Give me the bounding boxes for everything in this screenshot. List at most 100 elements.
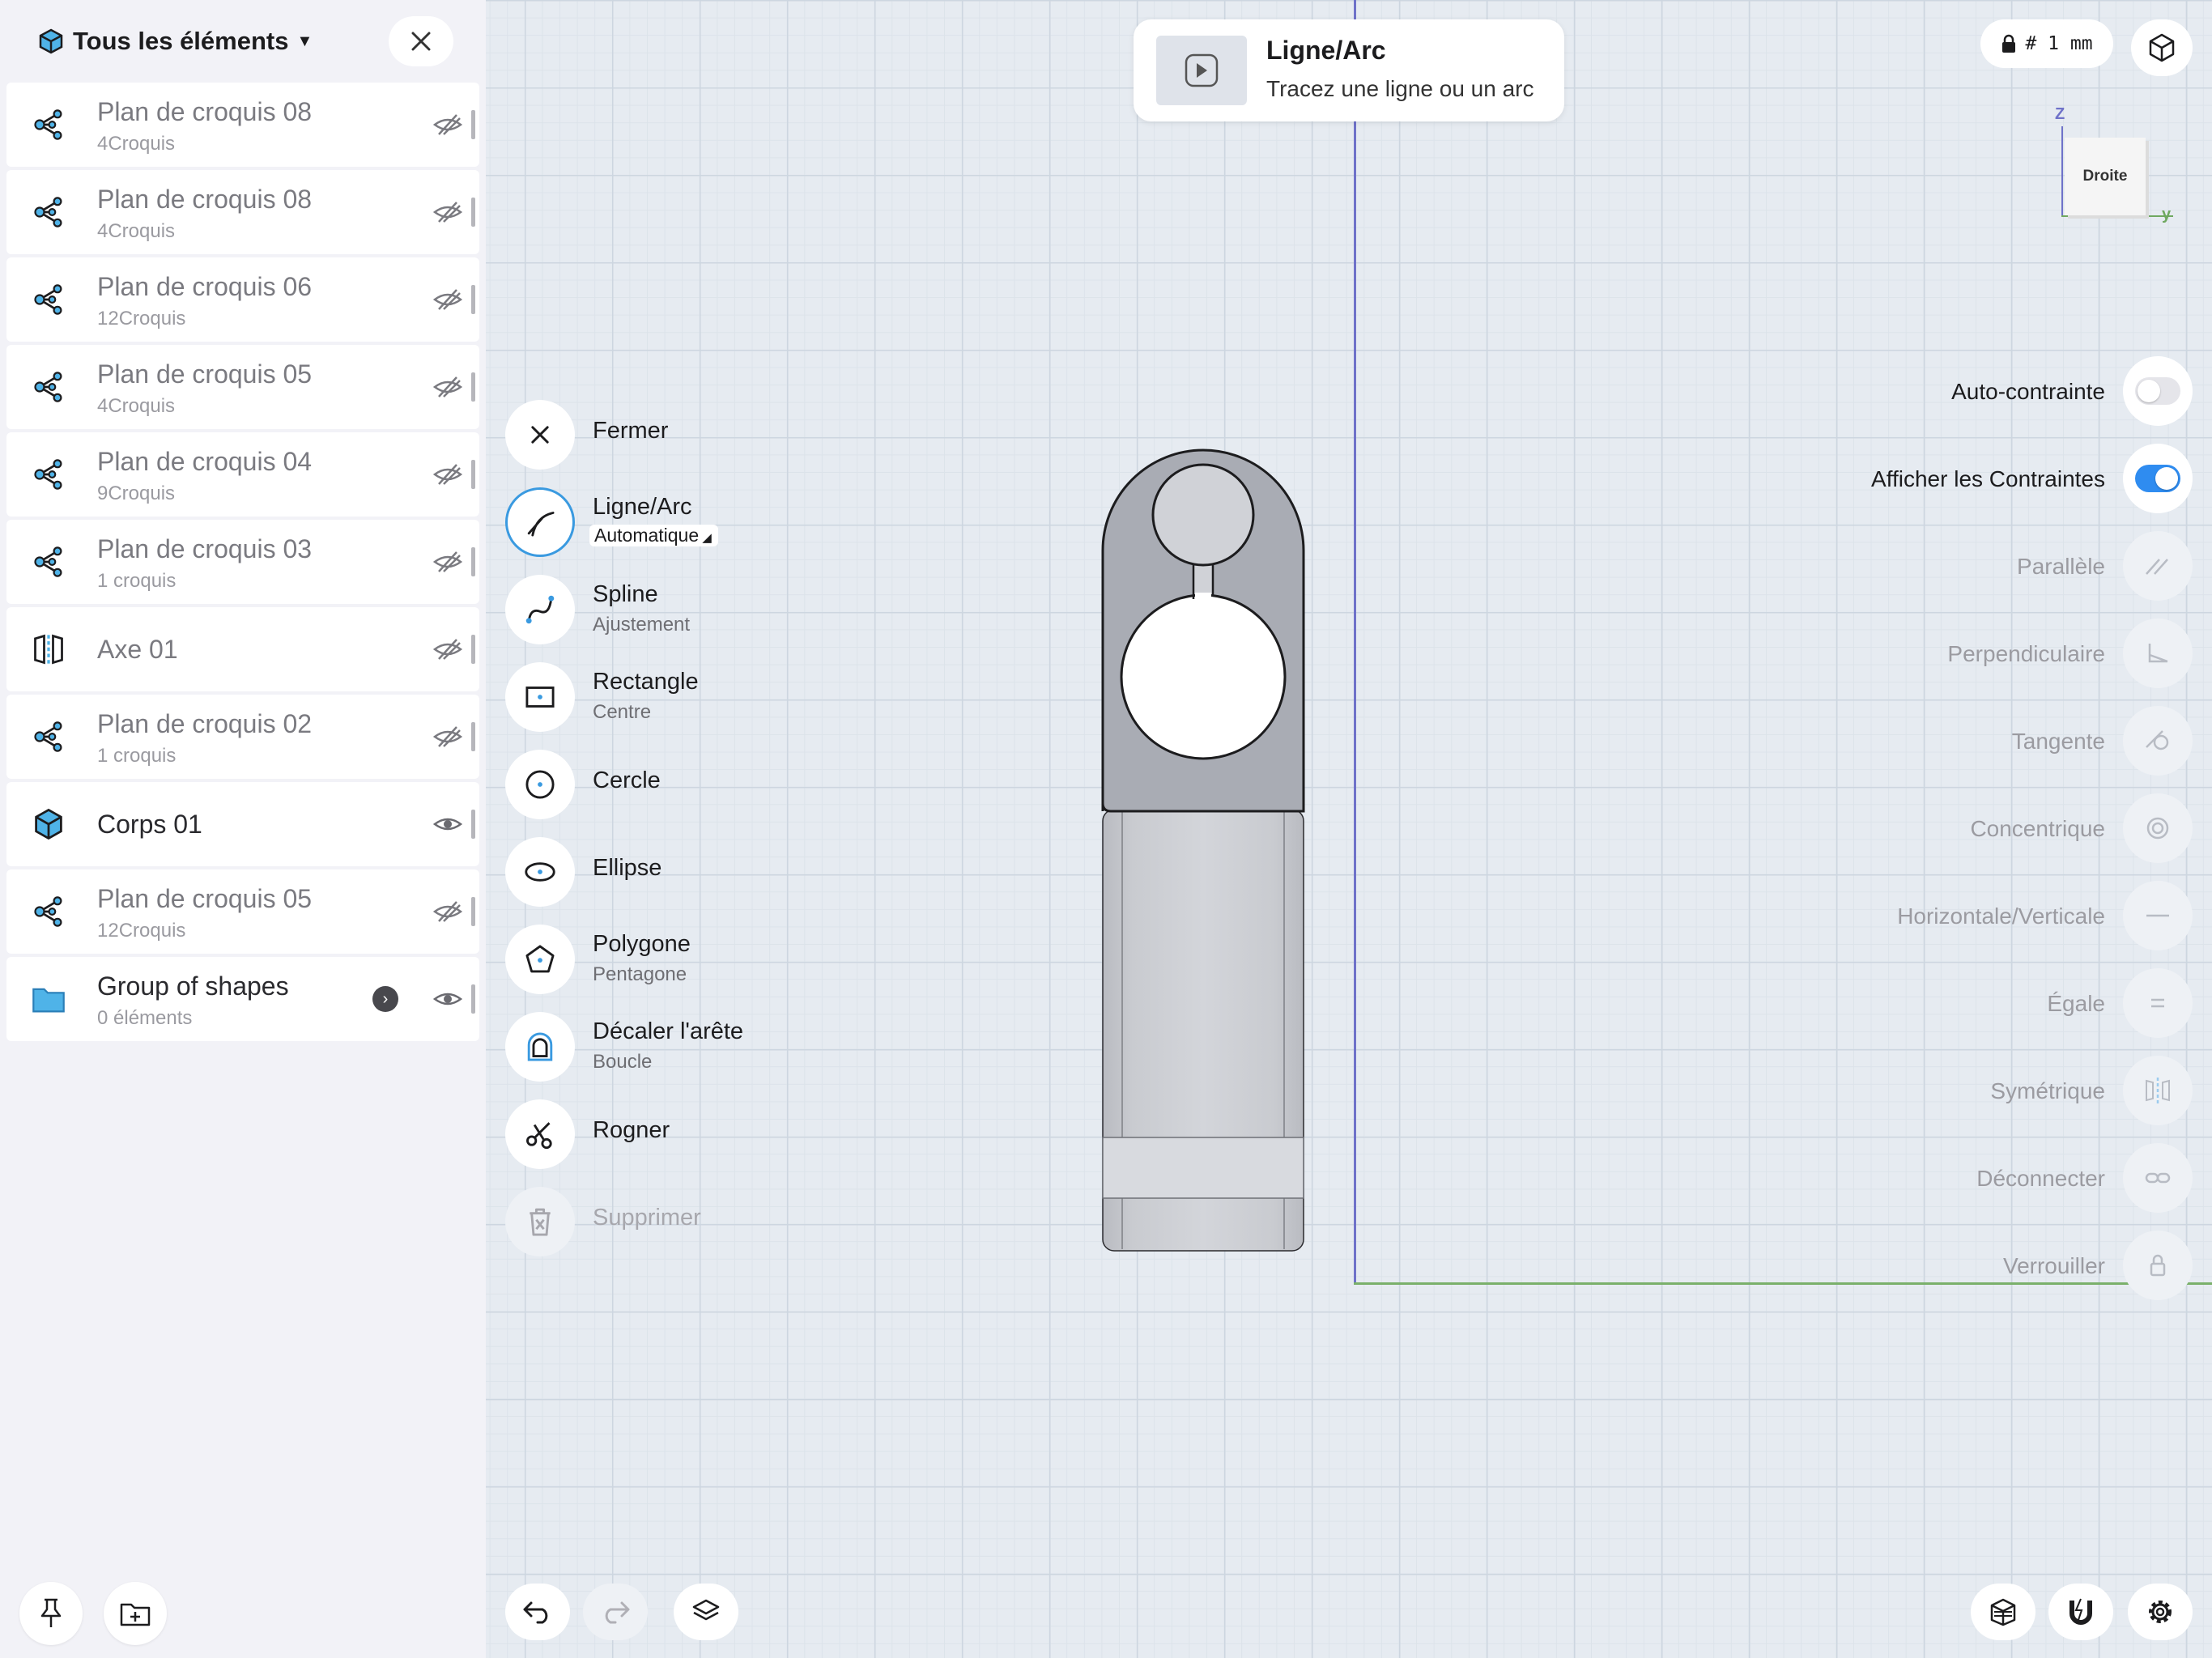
tool-button[interactable] <box>505 487 575 557</box>
small-hole[interactable] <box>1151 463 1255 567</box>
tool-polygon[interactable]: Polygone Pentagone <box>505 925 878 997</box>
drag-handle[interactable] <box>471 984 475 1014</box>
sidebar-item-name: Plan de croquis 02 <box>97 709 313 738</box>
constraint-button[interactable] <box>2123 793 2193 863</box>
tool-button[interactable] <box>505 750 575 819</box>
part-sketch[interactable] <box>1093 437 1312 1287</box>
eye-slash-icon[interactable] <box>432 461 463 487</box>
sidebar-item[interactable]: Plan de croquis 06 12Croquis <box>6 257 479 342</box>
drag-handle[interactable] <box>471 285 475 314</box>
constraint-button[interactable] <box>2123 968 2193 1038</box>
tool-circle[interactable]: Cercle <box>505 750 878 823</box>
orientation-cube[interactable]: Z Droite y <box>2048 105 2178 227</box>
eye-slash-icon[interactable] <box>432 374 463 400</box>
sidebar-item[interactable]: Group of shapes 0 éléments › <box>6 957 479 1041</box>
constraint-horizontal-vertical[interactable]: Horizontale/Verticale <box>1645 881 2212 954</box>
new-folder-button[interactable] <box>104 1582 167 1645</box>
section-view-button[interactable] <box>1971 1584 2035 1640</box>
sidebar-item[interactable]: Axe 01 <box>6 607 479 691</box>
eye-slash-icon[interactable] <box>432 636 463 662</box>
line-mode-dropdown[interactable]: Automatique ◢ <box>589 525 718 546</box>
gear-icon <box>2149 1601 2172 1623</box>
pin-button[interactable] <box>19 1582 83 1645</box>
tool-button[interactable] <box>505 837 575 907</box>
tool-spline[interactable]: Spline Ajustement <box>505 575 878 648</box>
layers-button[interactable] <box>674 1584 738 1640</box>
tool-trim-scissors[interactable]: Rogner <box>505 1099 878 1172</box>
tool-button[interactable] <box>505 400 575 470</box>
tool-ellipse[interactable]: Ellipse <box>505 837 878 910</box>
constraint-lock[interactable]: Verrouiller <box>1645 1231 2212 1303</box>
toggle-container[interactable] <box>2123 356 2193 426</box>
constraint-perpendicular[interactable]: Perpendiculaire <box>1645 619 2212 691</box>
large-hole[interactable] <box>1120 593 1287 760</box>
constraint-parallel[interactable]: Parallèle <box>1645 531 2212 604</box>
sidebar-item[interactable]: Plan de croquis 05 4Croquis <box>6 345 479 429</box>
drag-handle[interactable] <box>471 635 475 664</box>
drag-handle[interactable] <box>471 897 475 926</box>
drag-handle[interactable] <box>471 460 475 489</box>
drag-handle[interactable] <box>471 110 475 139</box>
constraint-equal[interactable]: Égale <box>1645 968 2212 1041</box>
tool-offset-edge[interactable]: Décaler l'arête Boucle <box>505 1012 878 1085</box>
sidebar-item[interactable]: Plan de croquis 08 4Croquis <box>6 83 479 167</box>
chevron-right-icon[interactable]: › <box>372 986 398 1012</box>
constraint-disconnect[interactable]: Déconnecter <box>1645 1143 2212 1216</box>
drag-handle[interactable] <box>471 722 475 751</box>
eye-slash-icon[interactable] <box>432 199 463 225</box>
redo-button[interactable] <box>583 1584 648 1640</box>
snap-magnet-button[interactable] <box>2048 1584 2113 1640</box>
constraint-button[interactable] <box>2123 706 2193 776</box>
tool-close[interactable]: Fermer <box>505 400 878 473</box>
tool-button[interactable] <box>505 662 575 732</box>
eye-slash-icon[interactable] <box>432 112 463 138</box>
sidebar-item[interactable]: Plan de croquis 02 1 croquis <box>6 695 479 779</box>
constraint-button[interactable] <box>2123 531 2193 601</box>
equal-icon <box>2151 998 2164 1008</box>
constraint-tangent[interactable]: Tangente <box>1645 706 2212 779</box>
tool-button[interactable] <box>505 1012 575 1082</box>
tool-hint-card[interactable]: Ligne/Arc Tracez une ligne ou un arc <box>1134 19 1564 121</box>
constraint-button[interactable] <box>2123 881 2193 950</box>
drag-handle[interactable] <box>471 198 475 227</box>
constraint-button[interactable] <box>2123 1056 2193 1125</box>
eye-icon[interactable] <box>432 811 463 837</box>
constraint-button[interactable] <box>2123 619 2193 688</box>
sidebar-item[interactable]: Plan de croquis 04 9Croquis <box>6 432 479 517</box>
toggle-container[interactable] <box>2123 444 2193 513</box>
tool-rectangle[interactable]: Rectangle Centre <box>505 662 878 735</box>
show-constraints-toggle[interactable] <box>2135 465 2180 492</box>
eye-slash-icon[interactable] <box>432 549 463 575</box>
video-thumbnail[interactable] <box>1156 36 1247 105</box>
constraint-symmetric[interactable]: Symétrique <box>1645 1056 2212 1129</box>
drag-handle[interactable] <box>471 810 475 839</box>
eye-slash-icon[interactable] <box>432 724 463 750</box>
constraint-concentric[interactable]: Concentrique <box>1645 793 2212 866</box>
sidebar-item[interactable]: Corps 01 <box>6 782 479 866</box>
drag-handle[interactable] <box>471 547 475 576</box>
sidebar-item[interactable]: Plan de croquis 05 12Croquis <box>6 869 479 954</box>
sidebar-item[interactable]: Plan de croquis 03 1 croquis <box>6 520 479 604</box>
auto-constraint-toggle[interactable] <box>2135 377 2180 405</box>
sidebar-item-name: Plan de croquis 08 <box>97 97 313 126</box>
all-elements-dropdown[interactable]: Tous les éléments ▼ <box>37 21 313 62</box>
eye-slash-icon[interactable] <box>432 899 463 925</box>
undo-button[interactable] <box>505 1584 570 1640</box>
tool-button[interactable] <box>505 1099 575 1169</box>
constraint-button[interactable] <box>2123 1231 2193 1300</box>
view-mode-button[interactable] <box>2131 19 2193 76</box>
drag-handle[interactable] <box>471 372 475 402</box>
grid-unit-button[interactable]: # 1 mm <box>1980 19 2113 68</box>
tool-trash[interactable]: Supprimer <box>505 1187 878 1260</box>
tool-button[interactable] <box>505 1187 575 1256</box>
view-face-label[interactable]: Droite <box>2065 138 2146 215</box>
tool-button[interactable] <box>505 925 575 994</box>
settings-button[interactable] <box>2128 1584 2193 1640</box>
constraint-button[interactable] <box>2123 1143 2193 1213</box>
tool-line-arc[interactable]: Ligne/Arc Automatique ◢ <box>505 487 878 560</box>
tool-button[interactable] <box>505 575 575 644</box>
sidebar-item[interactable]: Plan de croquis 08 4Croquis <box>6 170 479 254</box>
eye-slash-icon[interactable] <box>432 287 463 312</box>
close-sidebar-button[interactable] <box>389 16 453 66</box>
eye-icon[interactable] <box>432 986 463 1012</box>
